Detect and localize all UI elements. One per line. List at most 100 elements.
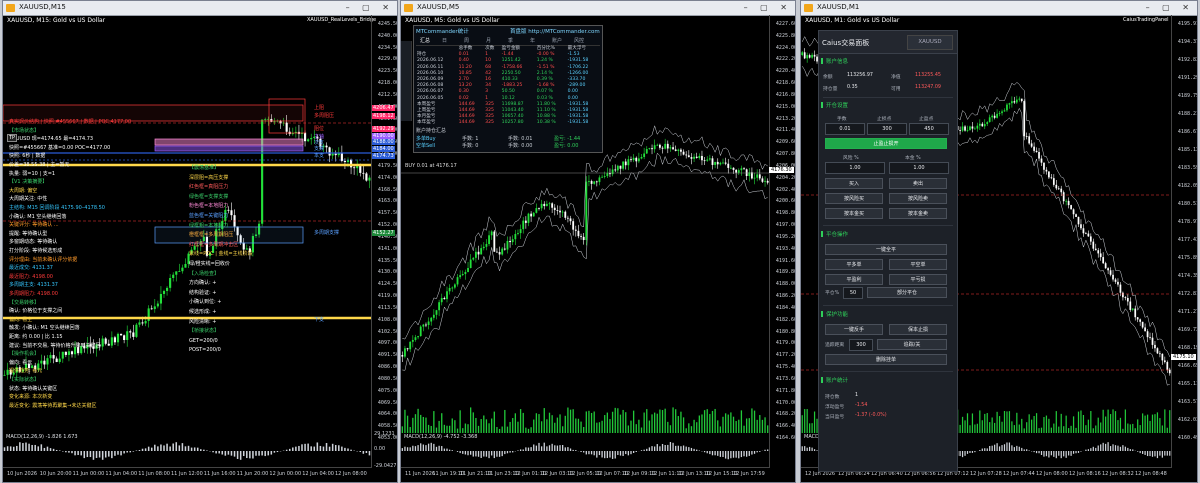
stats-tab[interactable]: 月 [486,37,491,44]
window-titlebar[interactable]: XAUUSD,M15 – ▢ ✕ [3,1,397,16]
close-all-button[interactable]: 一键全平 [825,244,947,255]
stats-tab[interactable]: 风控 [574,37,584,44]
window-controls[interactable]: – ▢ ✕ [1146,3,1194,12]
summary-cell: 手数: 0 [462,143,479,149]
price-tick-label: 4130.00 [377,269,398,276]
overlay-text-line: 最近成交: 4131.37 [9,265,53,272]
tp-input[interactable]: 450 [909,123,949,135]
summary-title: 账户持仓汇总 [416,128,447,134]
delete-pending-button[interactable]: 删除挂单 [825,354,947,365]
poc-band [154,138,304,146]
stats-panel[interactable]: MTCommander统计 首盘版 http://MTCommander.com… [413,25,603,153]
stats-tab[interactable]: 季 [508,37,513,44]
price-level-badge: 4188.00 [372,139,395,145]
close-profit-button[interactable]: 平盈利 [825,274,883,285]
reverse-button[interactable]: 一键反手 [825,324,883,335]
legend-text-line: 红框框=多周期冲击区 [189,241,239,248]
legend-text-line: 方向确认: + [189,280,217,287]
stats-tab[interactable]: 日 [442,37,447,44]
buy-button[interactable]: 买入 [825,178,883,189]
capital-buy-button[interactable]: 按本金买 [825,208,883,219]
price-tick-label: 4194.37 [1177,39,1198,45]
price-tick-label: 4108.00 [377,316,398,323]
price-tick-label: 4193.40 [775,245,796,252]
time-tick-label: 12 Jun 17:59 [733,471,765,477]
stats-tab[interactable]: 年 [530,37,535,44]
price-tick-label: 4168.19 [1177,345,1198,351]
price-tick-label: 4175.40 [775,364,796,371]
legend-text-line: 橙框框=多周期阻压 [189,232,234,239]
time-scale[interactable]: 10 Jun 2026 10 Jun 20:00 11 Jun 00:00 11 Ju… [3,467,371,482]
overlay-text-line: 【市场状态】 [9,127,40,134]
sltp-toggle-button[interactable]: 止盈止损开 [825,138,947,149]
overlay-text-line: 【交易转移】 [9,299,40,306]
time-scale[interactable]: 11 Jun 2026 11 Jun 19:10 11 Jun 21:10 11 Ju… [401,467,769,482]
section-protect: 保护功能 [819,310,957,318]
price-tick-label: 4170.00 [775,399,796,406]
zone-label: 多周期支撑 [314,230,340,236]
close-loss-button[interactable]: 平亏损 [889,274,947,285]
legend-text-line: 紫线=POC | 金线=主线阶段 [189,251,253,258]
price-tick-label: 4163.00 [377,198,398,205]
price-tick-label: 4157.50 [377,210,398,217]
close-buys-button[interactable]: 平多单 [825,259,883,270]
row-label: 本年盈亏 [417,120,436,126]
stats-tab[interactable]: 账户 [552,37,562,44]
legend-text-line: 蓝色框=关键阻力 [189,213,229,219]
time-tick-label: 10 Jun 2026 [7,471,38,477]
sl-header: 止损点 [877,117,892,122]
overlay-text-line: 最近阻力: 4198.00 [9,273,53,280]
symbol-field[interactable]: XAUUSD [907,35,953,50]
stats-tab[interactable]: 周 [464,37,469,44]
risk-buy-button[interactable]: 按风险买 [825,193,883,204]
price-tick-label: 4075.00 [377,387,398,394]
risk-input[interactable]: 1.00 [825,162,885,174]
time-tick-label: 12 Jun 08:48 [1135,471,1167,477]
price-tick-label: 4204.20 [775,174,796,181]
sl-input[interactable]: 300 [867,123,907,135]
price-tick-label: 4174.00 [377,174,398,181]
breakeven-button[interactable]: 保本止损 [889,324,947,335]
trail-input[interactable]: 300 [849,339,873,351]
trail-toggle-button[interactable]: 追踪/关 [877,339,947,350]
window-titlebar[interactable]: XAUUSD,M1 – ▢ ✕ [801,1,1197,16]
window-controls[interactable]: – ▢ ✕ [346,3,394,12]
chart-window-m15[interactable]: XAUUSD,M15 – ▢ ✕ XAUUSD, M15: Gold vs US… [2,0,398,483]
legend-text-line: 深层阻=高压支撑 [189,174,229,181]
price-scale[interactable]: 4195.91 4194.37 4192.83 4191.29 4189.75 4188.… [1171,15,1198,468]
lots-input[interactable]: 0.01 [825,123,865,135]
partial-close-button[interactable]: 部分平仓 [867,287,947,298]
price-scale[interactable]: 4245.50 4240.00 4234.50 4229.00 4223.50 4218.… [371,15,398,468]
price-tick-label: 4188.21 [1177,111,1198,117]
price-tick-label: 4186.67 [1177,129,1198,135]
sell-button[interactable]: 卖出 [889,178,947,189]
chart-window-m5[interactable]: XAUUSD,M5 – ▢ ✕ XAUUSD, M5: Gold vs US D… [400,0,796,483]
price-tick-label: 4215.00 [775,103,796,110]
stats-tabs[interactable]: 汇总 日 周 月 季 年 账户 风控 [416,36,600,46]
stats-tab[interactable]: 汇总 [420,37,430,44]
risk-sell-button[interactable]: 按风险卖 [889,193,947,204]
chart-window-icon [404,4,413,12]
overlay-text-line: 触发: 小确认: M1 空头继续回落 [9,325,80,332]
pivot-band [154,145,304,152]
capital-sell-button[interactable]: 按本金卖 [889,208,947,219]
price-chart[interactable] [3,15,371,470]
section-stats: 账户统计 [819,376,957,384]
price-tick-label: 4179.00 [775,340,796,347]
overlay-text-line: 距离: 约 0.00 | 比 1.15 [9,334,63,340]
partial-input[interactable]: 50 [843,287,863,299]
price-level-badge: 4206.47 [372,105,395,111]
stats-panel-link[interactable]: 首盘版 http://MTCommander.com [510,27,600,35]
caius-trading-panel[interactable]: Caius交易面板 XAUUSD 账户信息 余额 113256.97 净值 11… [818,30,958,472]
time-tick-label: 11 Jun 00:00 [72,471,105,477]
overlay-text-line: XAUUSD 现=4174.65 最=4174.73 [9,136,94,143]
capital-input[interactable]: 1.00 [889,162,949,174]
window-title: XAUUSD,M1 [817,3,860,11]
window-controls[interactable]: – ▢ ✕ [744,3,792,12]
left-toolbar[interactable] [401,41,412,121]
window-titlebar[interactable]: XAUUSD,M5 – ▢ ✕ [401,1,795,16]
price-scale[interactable]: 4227.60 4225.80 4224.00 4222.20 4220.40 4218.… [769,15,796,468]
price-tick-label: 4165.11 [1177,381,1198,387]
position-label: 持仓量 [823,87,838,92]
close-sells-button[interactable]: 平空单 [889,259,947,270]
